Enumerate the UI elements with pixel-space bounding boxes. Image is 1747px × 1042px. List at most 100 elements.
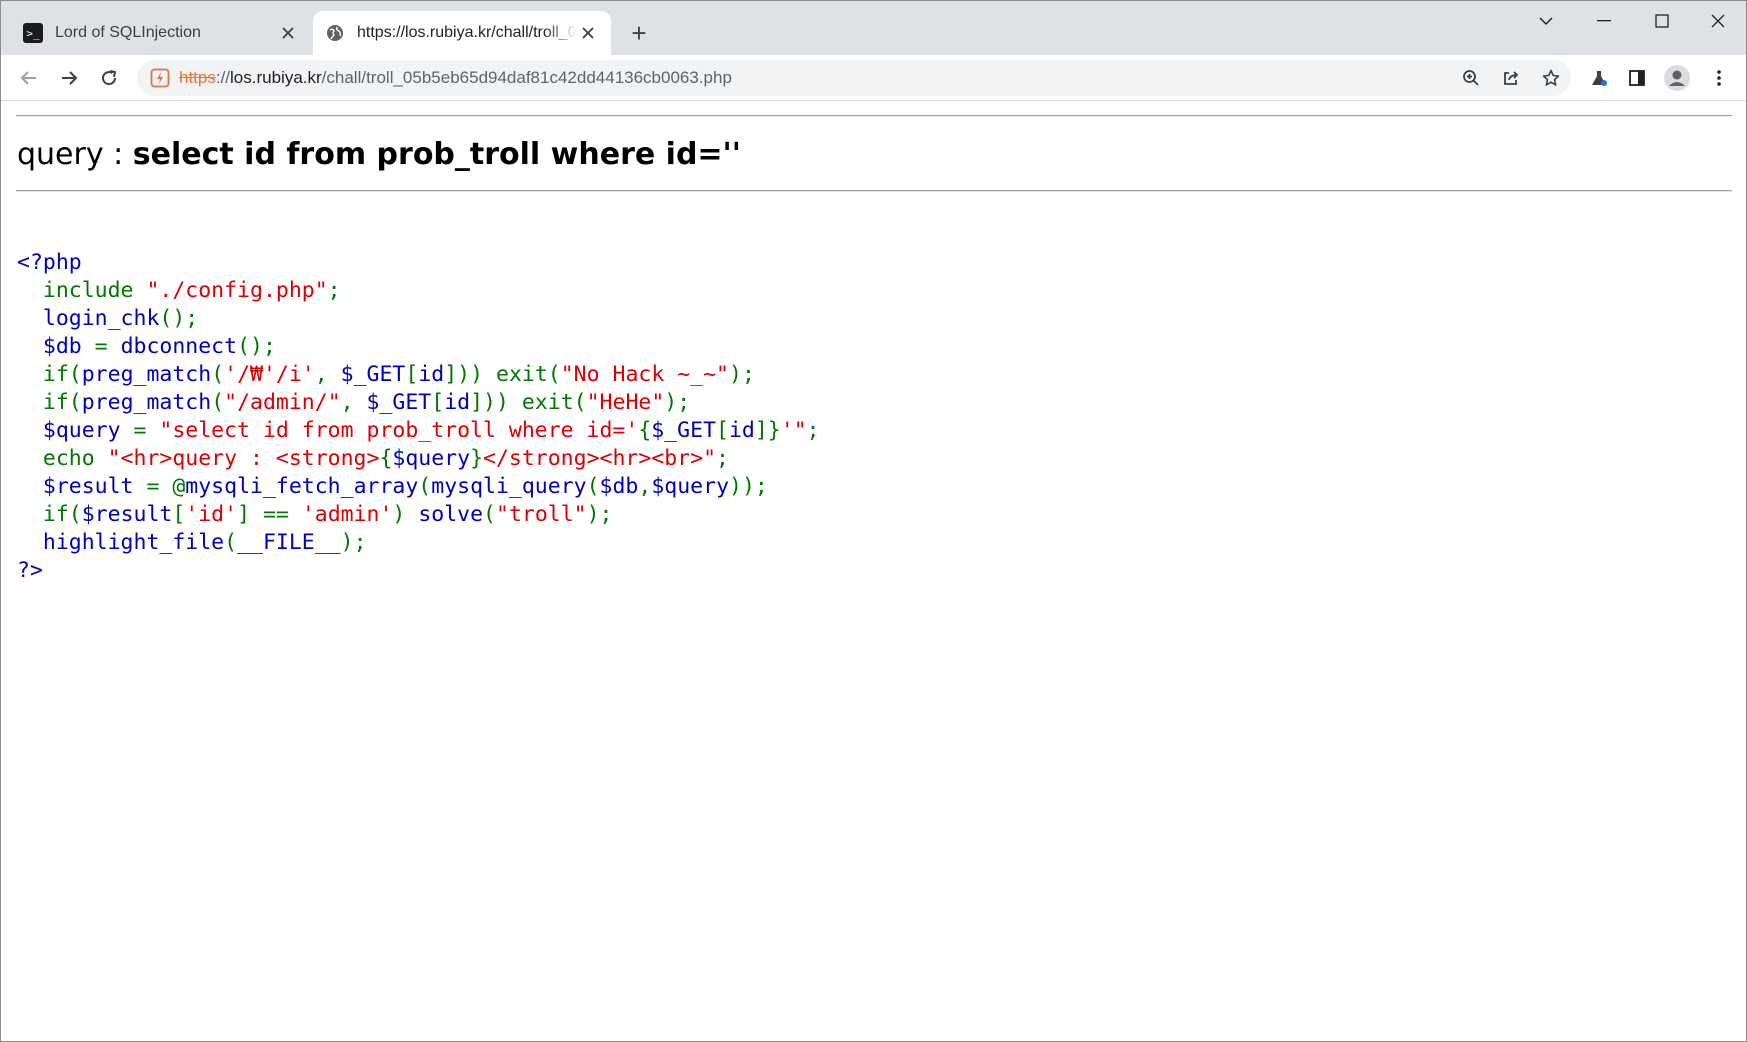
share-icon[interactable]: [1491, 60, 1531, 96]
code-token: "./config.php": [146, 278, 328, 303]
bookmark-star-icon[interactable]: [1531, 60, 1571, 96]
maximize-icon[interactable]: [1633, 1, 1691, 41]
code-token: 'id': [185, 502, 238, 527]
code-token: [: [405, 362, 419, 387]
code-token: (: [418, 474, 432, 499]
code-token: ?>: [17, 558, 43, 583]
url-scheme: https: [179, 68, 216, 87]
code-line: if(preg_match("/admin/", $_GET[id])) exi…: [17, 389, 820, 417]
code-token: [: [716, 418, 729, 443]
code-token: $db: [17, 334, 95, 359]
code-token: $_GET: [366, 390, 432, 415]
code-token: =: [133, 418, 160, 443]
tab-troll-challenge[interactable]: https://los.rubiya.kr/chall/troll_05b5eb…: [313, 11, 611, 55]
side-panel-icon[interactable]: [1619, 62, 1655, 94]
code-token: $_GET: [340, 362, 406, 387]
code-token: [: [172, 502, 186, 527]
code-token: ));: [729, 474, 768, 499]
code-token: mysqli_fetch_array: [185, 474, 419, 499]
code-token: );: [586, 502, 613, 527]
code-token: ): [392, 502, 419, 527]
code-token: $_GET: [651, 418, 717, 443]
php-source-code: <?php include "./config.php"; login_chk(…: [17, 249, 820, 585]
minimize-icon[interactable]: [1575, 1, 1633, 41]
globe-icon: [325, 23, 345, 43]
code-token: ;: [716, 446, 729, 471]
forward-button[interactable]: [53, 62, 85, 94]
terminal-icon: >_: [23, 23, 43, 43]
code-token: $query: [651, 474, 730, 499]
not-secure-warning-icon[interactable]: [149, 67, 171, 89]
code-token: {: [379, 446, 393, 471]
code-token: solve: [418, 502, 484, 527]
code-token: __FILE__: [237, 530, 341, 555]
query-value: select id from prob_troll where id='': [132, 137, 741, 172]
code-token: (: [211, 390, 225, 415]
code-token: if(: [17, 390, 82, 415]
code-token: </strong><hr><br>": [483, 446, 717, 471]
code-token: [: [431, 390, 445, 415]
tab-lord-of-sqlinjection[interactable]: >_ Lord of SQLInjection: [11, 11, 311, 55]
code-token: ])) exit(: [444, 362, 561, 387]
query-display: query : select id from prob_troll where …: [17, 137, 741, 172]
code-line: $db = dbconnect();: [17, 333, 820, 361]
code-token: if(: [17, 362, 82, 387]
code-token: id: [418, 362, 445, 387]
tab-strip: >_ Lord of SQLInjection https://los.rubi…: [1, 1, 1746, 55]
code-token: id: [444, 390, 471, 415]
query-label: query :: [17, 137, 133, 172]
tab-search-icon[interactable]: [1517, 1, 1575, 41]
code-token: ();: [237, 334, 276, 359]
code-token: ();: [159, 306, 199, 331]
code-token: $query: [17, 418, 134, 443]
code-token: preg_match: [81, 362, 212, 387]
url-path: /chall/troll_05b5eb65d94daf81c42dd44136c…: [321, 68, 732, 87]
code-token: login_chk: [17, 306, 160, 331]
code-token: (: [483, 502, 496, 527]
code-line: include "./config.php";: [17, 277, 820, 305]
browser-window: >_ Lord of SQLInjection https://los.rubi…: [0, 0, 1747, 1042]
close-icon[interactable]: [277, 22, 299, 44]
back-arrow-icon: [20, 71, 36, 85]
back-button[interactable]: [13, 62, 45, 94]
code-token: "No Hack ~_~": [560, 362, 729, 387]
code-line: login_chk();: [17, 305, 820, 333]
code-token: ;: [327, 278, 341, 303]
address-bar[interactable]: https://los.rubiya.kr/chall/troll_05b5eb…: [137, 60, 1571, 96]
code-token: ;: [806, 418, 820, 443]
code-line: if($result['id'] == 'admin') solve("trol…: [17, 501, 820, 529]
tab-title: https://los.rubiya.kr/chall/troll_05b5eb…: [357, 24, 577, 41]
code-line: <?php: [17, 249, 820, 277]
code-token: );: [340, 530, 367, 555]
code-token: ,: [314, 362, 341, 387]
zoom-icon[interactable]: [1451, 60, 1491, 96]
code-line: echo "<hr>query : <strong>{$query}</stro…: [17, 445, 820, 473]
profile-avatar-icon[interactable]: [1659, 62, 1695, 94]
code-token: ,: [638, 474, 652, 499]
code-token: ]}: [754, 418, 781, 443]
code-token: echo: [17, 446, 108, 471]
code-token: $result: [81, 502, 173, 527]
code-token: <?php: [17, 250, 82, 275]
code-token: = @: [146, 474, 186, 499]
code-token: $result: [17, 474, 147, 499]
url-text[interactable]: https://los.rubiya.kr/chall/troll_05b5eb…: [179, 68, 732, 88]
window-close-icon[interactable]: [1689, 1, 1746, 41]
code-token: "select id from prob_troll where id=': [159, 418, 639, 443]
code-token: dbconnect: [120, 334, 238, 359]
labs-flask-icon[interactable]: [1581, 62, 1617, 94]
close-icon[interactable]: [577, 22, 599, 44]
new-tab-button[interactable]: +: [625, 18, 653, 48]
reload-button[interactable]: [93, 62, 125, 94]
code-token: {: [638, 418, 652, 443]
code-token: 'admin': [301, 502, 393, 527]
code-token: $db: [599, 474, 639, 499]
code-token: '": [780, 418, 807, 443]
code-token: "/admin/": [224, 390, 341, 415]
code-token: highlight_file: [17, 530, 225, 555]
code-token: "HeHe": [586, 390, 665, 415]
forward-arrow-icon: [62, 71, 78, 85]
code-line: highlight_file(__FILE__);: [17, 529, 820, 557]
reload-icon: [102, 70, 117, 86]
menu-kebab-icon[interactable]: [1701, 62, 1737, 94]
